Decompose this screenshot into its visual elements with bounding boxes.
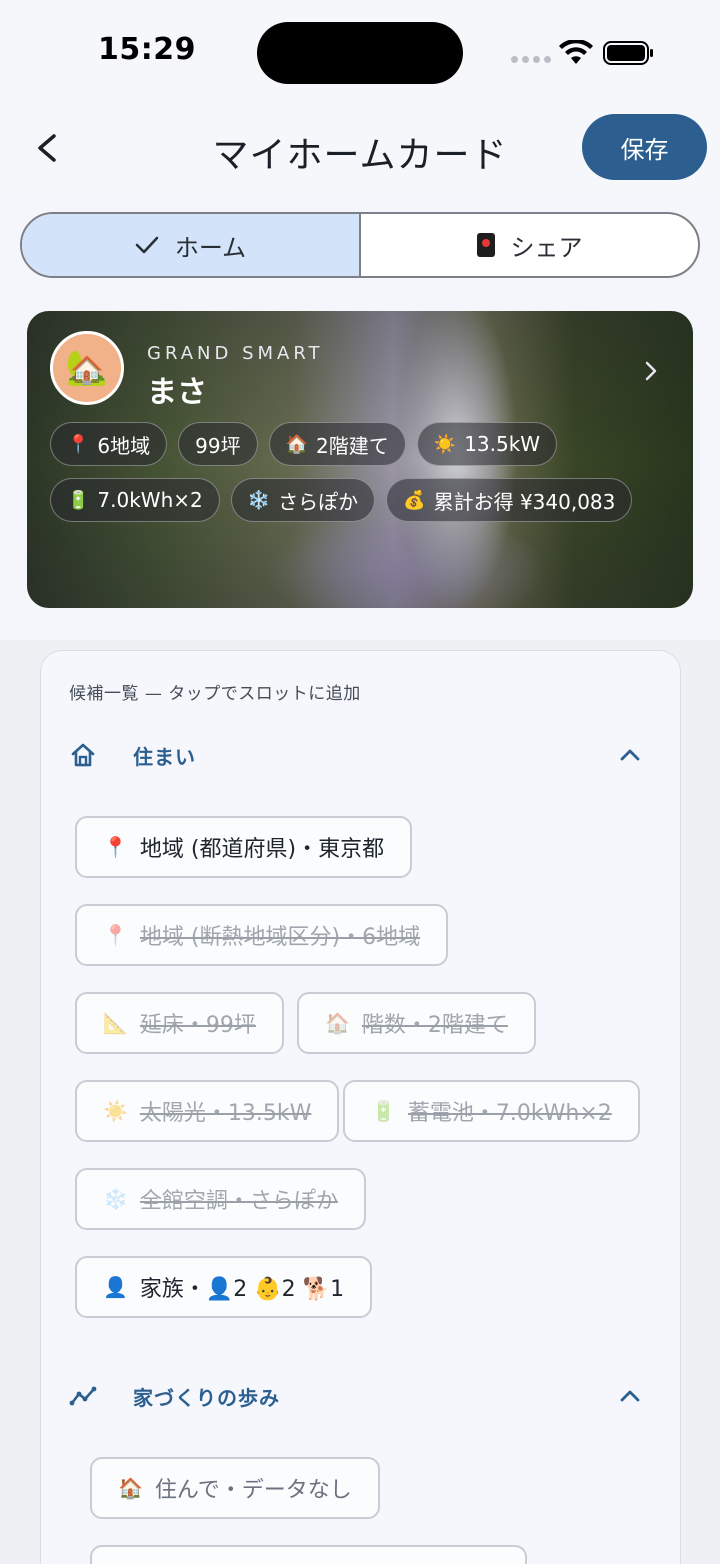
- home-spec-chips: 📍 6地域 99坪 🏠 2階建て ☀️ 13.5kW 🔋 7.0kWh×2 ❄️ さらぽか…: [50, 422, 670, 522]
- candidate-label: 地域 (都道府県)・東京都: [139, 837, 385, 862]
- chevron-up-icon: [620, 749, 640, 761]
- chip-floor-area: 99坪: [178, 422, 258, 466]
- money-bag-icon: 💰: [403, 489, 426, 511]
- candidate-prefecture[interactable]: 📍 地域 (都道府県)・東京都: [75, 816, 413, 878]
- brand-name: GRAND SMART: [147, 343, 324, 364]
- candidate-living-data[interactable]: 🏠 住んで・データなし: [90, 1457, 380, 1519]
- candidate-label: 全館空調・さらぽか: [139, 1189, 338, 1214]
- tab-share[interactable]: シェア: [361, 214, 698, 276]
- candidate-next[interactable]: [90, 1545, 527, 1564]
- snowflake-icon: ❄️: [247, 489, 271, 511]
- section-title: 家づくりの歩み: [133, 1385, 280, 1410]
- snowflake-icon: ❄️: [103, 1187, 128, 1211]
- owner-name: まさ: [147, 375, 207, 410]
- chip-solar: ☀️ 13.5kW: [416, 422, 558, 466]
- person-icon: 👤: [103, 1275, 128, 1299]
- chip-air-conditioning: ❄️ さらぽか: [230, 478, 376, 522]
- chip-label: 99坪: [195, 433, 241, 458]
- tab-home[interactable]: ホーム: [22, 214, 361, 276]
- candidate-label: 階数・2階建て: [361, 1013, 508, 1038]
- candidate-floor-area[interactable]: 📐 延床・99坪: [75, 992, 284, 1054]
- candidate-label: 住んで・データなし: [154, 1478, 352, 1503]
- save-button[interactable]: 保存: [582, 114, 707, 180]
- candidate-storage-battery[interactable]: 🔋 蓄電池・7.0kWh×2: [343, 1080, 640, 1142]
- chip-region: 📍 6地域: [50, 422, 168, 466]
- chip-battery: 🔋 7.0kWh×2: [50, 478, 220, 522]
- chip-label: 累計お得 ¥340,083: [433, 489, 616, 514]
- candidate-label: 蓄電池・7.0kWh×2: [407, 1101, 612, 1126]
- house-icon: 🏠: [118, 1476, 143, 1500]
- chip-label: 2階建て: [316, 433, 389, 458]
- candidate-floors[interactable]: 🏠 階数・2階建て: [297, 992, 536, 1054]
- candidates-panel: 候補一覧 — タップでスロットに追加 住まい 📍 地域 (都道府県)・東京都 📍 地…: [40, 650, 681, 1564]
- avatar: 🏡: [50, 331, 124, 405]
- chevron-up-icon: [620, 1390, 640, 1402]
- chip-label: 7.0kWh×2: [97, 488, 203, 512]
- candidate-label: 家族・👤2 👶2 🐕1: [139, 1277, 345, 1302]
- cellular-signal-icon: [511, 56, 551, 63]
- dynamic-island: [257, 22, 463, 84]
- chip-label: 6地域: [97, 433, 151, 458]
- home-icon: [71, 743, 95, 767]
- status-bar: 15:29: [0, 0, 720, 100]
- candidate-central-ac[interactable]: ❄️ 全館空調・さらぽか: [75, 1168, 366, 1230]
- house-icon: 🏠: [325, 1011, 350, 1035]
- candidate-family[interactable]: 👤 家族・👤2 👶2 🐕1: [75, 1256, 373, 1318]
- chip-label: さらぽか: [278, 489, 359, 514]
- nav-header: マイホームカード 保存: [0, 100, 720, 195]
- panel-caption: 候補一覧 — タップでスロットに追加: [69, 684, 361, 704]
- tab-share-label: シェア: [510, 233, 583, 262]
- check-icon: [135, 236, 159, 254]
- chip-savings: 💰 累計お得 ¥340,083: [386, 478, 633, 522]
- battery-icon: [603, 41, 653, 65]
- candidate-solar[interactable]: ☀️ 太陽光・13.5kW: [75, 1080, 340, 1142]
- pin-icon: 📍: [67, 433, 90, 455]
- candidate-label: 地域 (断熱地域区分)・6地域: [139, 925, 421, 950]
- chip-floors: 🏠 2階建て: [268, 422, 406, 466]
- pin-icon: 📍: [103, 835, 128, 859]
- battery-icon: 🔋: [67, 489, 90, 511]
- sun-icon: ☀️: [433, 433, 457, 455]
- sun-icon: ☀️: [103, 1099, 128, 1123]
- view-segmented-control: ホーム シェア: [20, 212, 700, 278]
- home-card-hero[interactable]: 🏡 GRAND SMART まさ 📍 6地域 99坪 🏠 2階建て ☀️ 13.5kW…: [27, 311, 693, 608]
- chevron-right-icon: [645, 361, 657, 381]
- tab-home-label: ホーム: [174, 233, 247, 262]
- wifi-icon: [559, 40, 593, 64]
- battery-icon: 🔋: [371, 1099, 396, 1123]
- candidate-insulation-region[interactable]: 📍 地域 (断熱地域区分)・6地域: [75, 904, 449, 966]
- house-icon: 🏠: [285, 433, 309, 455]
- triangle-ruler-icon: 📐: [103, 1011, 128, 1035]
- pin-icon: 📍: [103, 923, 128, 947]
- status-time: 15:29: [98, 32, 196, 67]
- share-card-icon: [476, 233, 495, 257]
- chip-label: 13.5kW: [464, 432, 541, 456]
- section-header-residence[interactable]: 住まい: [69, 735, 654, 775]
- section-header-journey[interactable]: 家づくりの歩み: [69, 1376, 654, 1416]
- candidate-label: 延床・99坪: [139, 1013, 256, 1038]
- candidate-label: 太陽光・13.5kW: [139, 1101, 312, 1126]
- trend-line-icon: [69, 1386, 97, 1406]
- section-title: 住まい: [133, 744, 196, 769]
